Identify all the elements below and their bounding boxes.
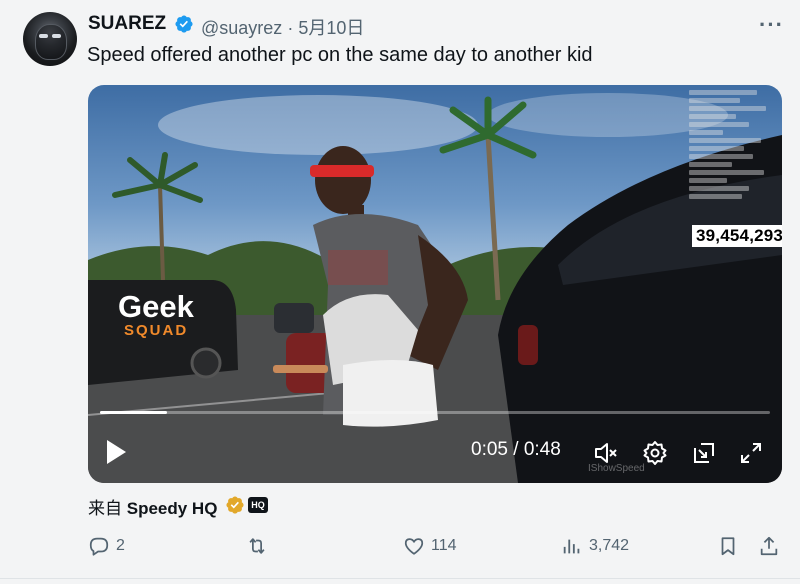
reply-count: 2: [116, 537, 125, 554]
video-time: 0:05 / 0:48: [471, 439, 561, 460]
reply-button[interactable]: 2: [88, 535, 125, 557]
geek-squad-logo: Geek SQUAD: [118, 289, 194, 339]
author-name[interactable]: SUAREZ: [88, 13, 166, 35]
share-icon: [760, 536, 778, 556]
avatar-eye: [52, 34, 61, 38]
stream-chat-overlay: [689, 87, 774, 212]
verified-icon: [175, 15, 193, 33]
like-count: 114: [431, 537, 457, 554]
gold-verified-icon: [226, 496, 244, 514]
divider: [0, 578, 800, 579]
post-date[interactable]: 5月10日: [298, 18, 364, 38]
logo-text-squad: SQUAD: [124, 322, 189, 339]
separator-dot: ·: [287, 18, 294, 38]
author-handle-line: @suayrez · 5月10日: [201, 14, 364, 40]
source-line: 来自 Speedy HQ: [88, 494, 217, 519]
tweet-text: Speed offered another pc on the same day…: [87, 44, 593, 66]
settings-icon[interactable]: [642, 440, 668, 466]
affiliate-badge: HQ: [248, 497, 268, 513]
source-name[interactable]: Speedy HQ: [127, 499, 218, 518]
fullscreen-icon[interactable]: [738, 440, 764, 466]
video-frame: [88, 93, 782, 483]
video-watermark: IShowSpeed: [588, 463, 645, 474]
share-button[interactable]: [758, 535, 780, 557]
retweet-icon: [249, 538, 265, 554]
logo-text-geek: Geek: [118, 289, 194, 324]
source-prefix: 来自: [88, 499, 122, 518]
play-icon[interactable]: [104, 438, 128, 466]
retweet-button[interactable]: [246, 535, 268, 557]
author-avatar[interactable]: [23, 12, 77, 66]
views-icon: [563, 539, 580, 554]
views-count: 3,742: [589, 537, 630, 554]
video-progress-fill: [100, 411, 167, 414]
reply-icon: [89, 537, 109, 556]
video-progress-bar[interactable]: [100, 411, 770, 414]
pip-icon[interactable]: [691, 440, 717, 466]
like-icon: [404, 538, 424, 555]
views-button[interactable]: 3,742: [561, 535, 629, 557]
avatar-eye: [39, 34, 48, 38]
more-icon[interactable]: ···: [759, 12, 784, 38]
like-button[interactable]: 114: [403, 535, 457, 557]
video-player[interactable]: Geek SQUAD 39,454,293 0:05 / 0:48 IShowS…: [88, 85, 782, 483]
bookmark-icon: [721, 537, 735, 556]
author-handle[interactable]: @suayrez: [201, 18, 282, 38]
viewer-counter: 39,454,293: [692, 225, 782, 247]
avatar-mask-shape: [35, 24, 67, 60]
bookmark-button[interactable]: [717, 535, 739, 557]
